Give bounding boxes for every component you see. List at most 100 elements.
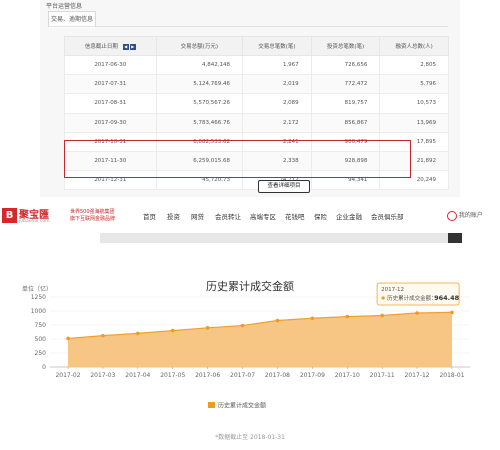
highlight-annotation-box: [64, 140, 411, 178]
cell-borrowers: 10,573: [379, 93, 449, 114]
prev-icon[interactable]: ◀: [122, 43, 129, 50]
nav-item-invest[interactable]: 投资: [167, 211, 180, 221]
col-header-borrowers: 融资人总数(人): [379, 36, 449, 56]
nav-item-premium[interactable]: 高端专区: [250, 211, 276, 221]
date-nav[interactable]: ◀ ▶: [122, 43, 136, 50]
x-tick-label: 2017-03: [90, 372, 115, 379]
x-tick-label: 2017-11: [370, 372, 395, 379]
data-point[interactable]: [450, 310, 454, 315]
cell-investments: 772,472: [310, 74, 381, 95]
cell-date: 2017-08-31: [64, 93, 157, 114]
x-tick-label: 2017-12: [405, 372, 430, 379]
col-header-date: 信息截止日期 ◀ ▶: [64, 36, 157, 56]
legend-label[interactable]: 历史累计成交金额: [218, 402, 266, 410]
data-point[interactable]: [380, 313, 384, 318]
cell-borrowers: 5,796: [379, 74, 449, 95]
x-tick-label: 2017-05: [160, 372, 185, 379]
nav-item-home[interactable]: 首页: [143, 211, 156, 221]
tooltip-value: 964.48: [434, 294, 460, 302]
y-tick-label: 0: [42, 364, 46, 371]
y-tick-label: 500: [35, 336, 47, 343]
tooltip-date: 2017-12: [381, 287, 404, 293]
data-cutoff-footnote: *数据截止至 2018-01-31: [215, 434, 285, 441]
cell-investments: 819,757: [310, 93, 381, 114]
cell-investments: 726,656: [310, 54, 381, 76]
y-tick-label: 1000: [31, 308, 46, 315]
cell-amount: 4,842,148: [155, 54, 244, 76]
tooltip-marker: [381, 296, 385, 300]
screenshot-gap-dark: [448, 233, 462, 243]
cell-amount: 5,570,567.26: [155, 93, 244, 114]
legend-swatch[interactable]: [208, 402, 215, 408]
logo-icon[interactable]: B: [2, 208, 17, 223]
cell-borrowers: 2,805: [379, 54, 449, 76]
brand-slogan: 世界500强海航集团 旗下互联网金融品牌: [70, 209, 115, 223]
cell-date: 2017-06-30: [64, 54, 157, 76]
site-navbar: B 聚宝匯 jubaohui.com 世界500强海航集团 旗下互联网金融品牌 …: [0, 200, 500, 233]
data-point[interactable]: [275, 318, 280, 323]
data-point[interactable]: [205, 326, 210, 330]
nav-item-club[interactable]: 会员俱乐部: [371, 211, 404, 221]
y-axis-unit-label: 单位（亿）: [22, 285, 52, 293]
y-axis-ticks: 0 250 500 750 1000 1250: [31, 294, 46, 371]
nav-item-enterprise[interactable]: 企业金融: [336, 211, 362, 221]
data-point[interactable]: [66, 336, 70, 341]
x-tick-label: 2018-01: [439, 372, 464, 379]
slogan-line-1: 世界500强海航集团: [70, 209, 115, 215]
cell-borrowers: 13,969: [379, 112, 449, 133]
col-header-trades: 交易总笔数(笔): [242, 36, 312, 56]
cell-date: 2017-09-30: [64, 112, 157, 133]
nav-item-transfer[interactable]: 会员转让: [215, 211, 241, 221]
nav-item-insurance[interactable]: 保险: [314, 211, 327, 221]
y-tick-label: 250: [35, 350, 47, 357]
x-axis-ticks: 2017-02 2017-03 2017-04 2017-05 2017-06 2017-…: [50, 366, 470, 379]
cell-trades: 2,172: [242, 112, 312, 133]
cell-trades: 2,089: [242, 93, 312, 114]
table-row: 2017-06-30 4,842,148 1,967 726,656 2,805: [64, 54, 449, 76]
x-tick-label: 2017-10: [335, 372, 360, 379]
x-tick-label: 2017-04: [125, 372, 150, 379]
tab-underline: [48, 26, 448, 27]
series-area: [68, 312, 452, 367]
cell-amount: 5,124,769.46: [155, 74, 244, 95]
slogan-line-2: 旗下互联网金融品牌: [70, 216, 116, 222]
data-point[interactable]: [345, 314, 350, 319]
cell-trades: 1,967: [242, 54, 312, 76]
col-header-investments: 投资总笔数(笔): [310, 36, 381, 56]
x-tick-label: 2017-02: [55, 372, 80, 379]
data-point[interactable]: [170, 328, 175, 333]
data-point[interactable]: [101, 333, 105, 338]
next-icon[interactable]: ▶: [129, 43, 136, 50]
table-row: 2017-09-30 5,783,466.76 2,172 856,867 13…: [64, 112, 449, 133]
chart-legend[interactable]: 历史累计成交金额: [208, 402, 266, 410]
data-point[interactable]: [240, 323, 245, 328]
table-row: 2017-07-31 5,124,769.46 2,019 772,472 5,…: [64, 74, 449, 95]
tooltip-label: 历史累计成交金额：: [387, 294, 437, 302]
history-area-chart: 历史累计成交金额 单位（亿） 0 250 500 750 1000 1250 2017-0…: [22, 279, 470, 410]
user-icon: [447, 210, 457, 221]
data-point[interactable]: [136, 331, 140, 336]
history-chart-panel: 历史累计成交金额 单位（亿） 0 250 500 750 1000 1250 2017-0…: [0, 244, 500, 450]
view-details-button[interactable]: 查看详细项目: [258, 180, 310, 193]
cell-amount: 5,783,466.76: [155, 112, 244, 133]
chart-tooltip: 2017-12历史累计成交金额：964.48: [376, 282, 460, 306]
cell-investments: 856,867: [310, 112, 381, 133]
screenshot-gap: [100, 233, 460, 243]
data-point[interactable]: [310, 316, 315, 321]
table-header-row: 信息截止日期 ◀ ▶ 交易总额(万元) 交易总笔数(笔) 投资总笔数(笔) 融资人…: [64, 36, 449, 56]
data-point[interactable]: [415, 311, 419, 315]
x-tick-label: 2017-07: [230, 372, 255, 379]
x-tick-label: 2017-08: [265, 372, 290, 379]
x-tick-label: 2017-06: [195, 372, 220, 379]
nav-item-spend[interactable]: 花钱吧: [285, 211, 305, 221]
col-header-amount: 交易总额(万元): [155, 36, 244, 56]
table-row: 2017-08-31 5,570,567.26 2,089 819,757 10…: [64, 93, 449, 114]
cell-date: 2017-07-31: [64, 74, 157, 95]
my-account-link[interactable]: 我的账户: [447, 210, 483, 221]
logo-subtext: jubaohui.com: [19, 219, 50, 224]
nav-item-p2p[interactable]: 网贷: [191, 211, 204, 221]
chart-title: 历史累计成交金额: [206, 279, 294, 293]
x-tick-label: 2017-09: [300, 372, 325, 379]
y-tick-label: 1250: [31, 294, 46, 301]
cell-trades: 2,019: [242, 74, 312, 95]
